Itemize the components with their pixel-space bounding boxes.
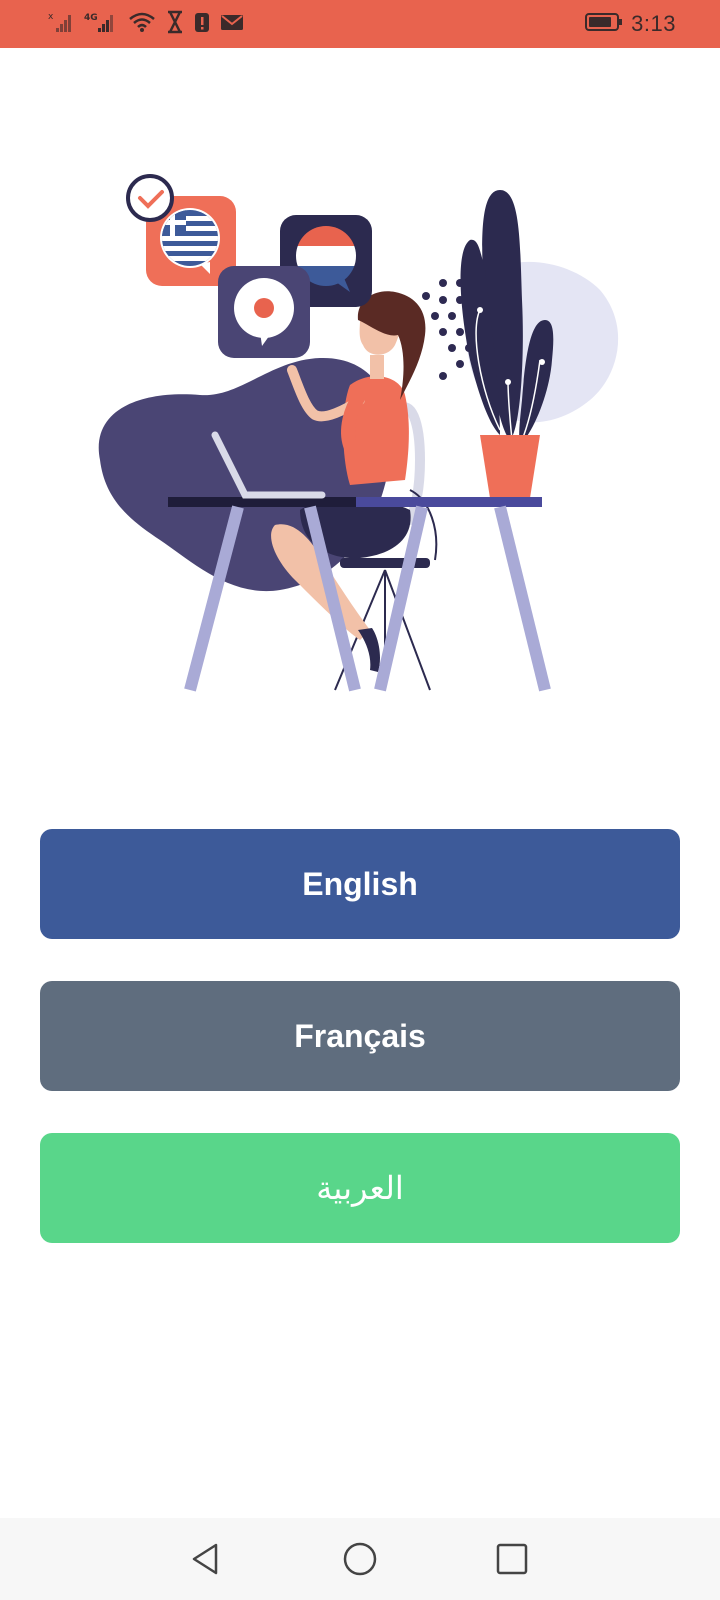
language-selection-screen: x 4G 3:13 English Français العربية bbox=[0, 0, 720, 1600]
network-label: 4G bbox=[84, 13, 98, 23]
recents-icon bbox=[496, 1543, 528, 1575]
arabic-label: العربية bbox=[316, 1170, 404, 1206]
svg-text:x: x bbox=[48, 12, 54, 22]
alert-icon bbox=[194, 10, 210, 39]
french-label: Français bbox=[294, 1017, 426, 1054]
back-button[interactable] bbox=[184, 1537, 228, 1581]
wifi-icon bbox=[128, 10, 156, 39]
arabic-button[interactable]: العربية bbox=[40, 1133, 680, 1243]
english-button[interactable]: English bbox=[40, 829, 680, 939]
signal-4g-icon: 4G bbox=[84, 10, 118, 39]
hourglass-icon bbox=[166, 10, 184, 39]
home-icon bbox=[343, 1542, 377, 1576]
language-learning-illustration bbox=[60, 160, 660, 700]
mail-icon bbox=[220, 10, 244, 39]
clock: 3:13 bbox=[631, 11, 676, 36]
recents-button[interactable] bbox=[490, 1537, 534, 1581]
back-icon bbox=[192, 1543, 218, 1575]
status-icons-left: x 4G bbox=[48, 10, 244, 38]
status-icons-right: 3:13 bbox=[585, 10, 676, 38]
english-label: English bbox=[302, 865, 418, 902]
navigation-bar bbox=[0, 1518, 720, 1600]
french-button[interactable]: Français bbox=[40, 981, 680, 1091]
status-bar: x 4G 3:13 bbox=[0, 0, 720, 48]
home-button[interactable] bbox=[338, 1537, 382, 1581]
signal-off-icon: x bbox=[48, 10, 74, 39]
battery-icon bbox=[585, 11, 623, 38]
